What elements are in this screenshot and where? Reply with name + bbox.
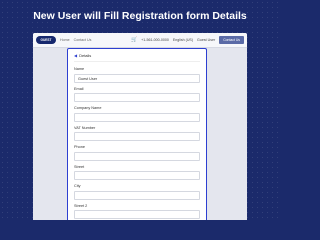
- nav-home[interactable]: Home: [60, 38, 70, 42]
- nav-contact[interactable]: Contact Us: [74, 38, 92, 42]
- field-street: Street: [74, 164, 200, 180]
- field-label: Name: [74, 67, 85, 71]
- phone-input[interactable]: [74, 151, 200, 161]
- field-company: Company Name: [74, 106, 200, 122]
- field-label: Street 2: [74, 203, 88, 208]
- field-street2: Street 2: [74, 203, 200, 219]
- site-header: GUEST Home Contact Us 🛒 +1-561-000-0000 …: [33, 33, 247, 48]
- field-label: VAT Number: [74, 125, 96, 130]
- field-email: Email: [74, 86, 200, 102]
- back-arrow-icon[interactable]: ◀: [74, 53, 77, 58]
- cart-icon[interactable]: 🛒: [131, 37, 137, 43]
- street-input[interactable]: [74, 171, 200, 180]
- language-select[interactable]: English (US): [173, 38, 193, 42]
- field-label: Company Name: [74, 106, 102, 110]
- user-menu[interactable]: Guest User: [197, 38, 215, 42]
- field-label: Email: [74, 86, 84, 91]
- contact-us-button[interactable]: Contact Us: [219, 36, 244, 44]
- field-name: Name Guest User: [74, 67, 200, 83]
- field-phone: Phone: [74, 145, 200, 161]
- field-label: Phone: [74, 145, 85, 149]
- details-label: Details: [79, 53, 92, 58]
- name-input[interactable]: Guest User: [74, 73, 200, 83]
- email-input[interactable]: [74, 93, 200, 102]
- city-input[interactable]: [74, 190, 200, 200]
- company-name-input[interactable]: [74, 112, 200, 122]
- field-label: City: [74, 184, 81, 188]
- field-label: Street: [74, 164, 85, 169]
- site-logo[interactable]: GUEST: [36, 36, 56, 44]
- field-city: City: [74, 184, 200, 200]
- details-header[interactable]: ◀ Details: [74, 53, 200, 62]
- street2-input[interactable]: [74, 210, 200, 219]
- registration-form: ◀ Details Name Guest User Email Company …: [67, 48, 207, 220]
- field-vat: VAT Number: [74, 125, 200, 141]
- page-banner-title: New User will Fill Registration form Det…: [33, 10, 247, 22]
- vat-number-input[interactable]: [74, 132, 200, 141]
- phone-number[interactable]: +1-561-000-0000: [141, 38, 169, 42]
